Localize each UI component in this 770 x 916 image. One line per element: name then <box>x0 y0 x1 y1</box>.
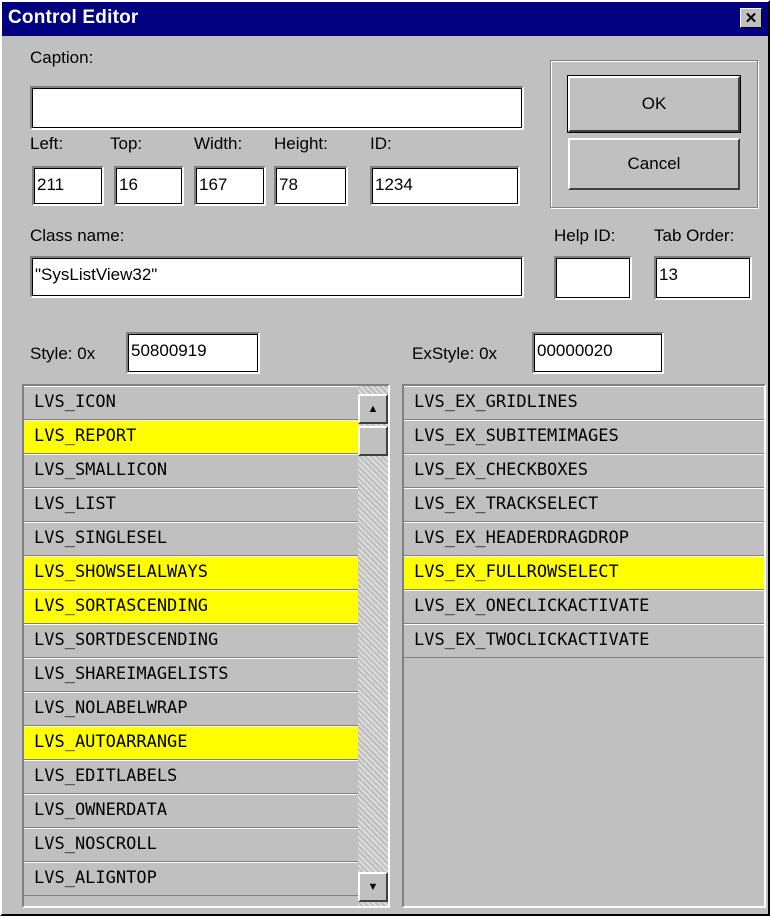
tab-order-label: Tab Order: <box>654 226 735 245</box>
scroll-up-button[interactable]: ▲ <box>358 394 388 424</box>
style-list-item[interactable]: LVS_SHOWSELALWAYS <box>24 556 358 590</box>
style-list-item[interactable]: LVS_AUTOARRANGE <box>24 726 358 760</box>
scroll-thumb[interactable] <box>358 426 388 456</box>
exstyle-list[interactable]: LVS_EX_GRIDLINES LVS_EX_SUBITEMIMAGES LVS_… <box>402 384 766 908</box>
class-name-input[interactable]: "SysListView32" <box>30 256 524 298</box>
exstyle-list-item[interactable]: LVS_EX_TRACKSELECT <box>404 488 764 522</box>
style-input[interactable]: 50800919 <box>126 332 260 374</box>
caption-label: Caption: <box>30 48 94 67</box>
style-list-item[interactable]: LVS_SHAREIMAGELISTS <box>24 658 358 692</box>
control-editor-dialog: Control Editor ✕ Caption: Left: Top: Wid… <box>0 0 770 916</box>
width-input[interactable]: 167 <box>194 166 266 206</box>
exstyle-label: ExStyle: 0x <box>412 344 498 363</box>
style-list-items: LVS_ICON LVS_REPORT LVS_SMALLICON LVS_LIST L… <box>24 386 358 896</box>
ok-button[interactable]: OK <box>567 75 741 133</box>
style-list-item[interactable]: LVS_NOLABELWRAP <box>24 692 358 726</box>
arrow-down-icon: ▼ <box>367 881 379 893</box>
scroll-down-button[interactable]: ▼ <box>358 872 388 902</box>
class-name-label: Class name: <box>30 226 125 245</box>
top-input[interactable]: 16 <box>114 166 184 206</box>
style-label: Style: 0x <box>30 344 96 363</box>
cancel-button[interactable]: Cancel <box>568 138 740 190</box>
title-bar: Control Editor ✕ <box>2 2 768 36</box>
caption-input[interactable] <box>30 86 524 130</box>
id-input[interactable]: 1234 <box>370 166 520 206</box>
style-list-item[interactable]: LVS_NOSCROLL <box>24 828 358 862</box>
style-list-item[interactable]: LVS_OWNERDATA <box>24 794 358 828</box>
help-id-input[interactable] <box>554 256 632 300</box>
exstyle-list-item[interactable]: LVS_EX_SUBITEMIMAGES <box>404 420 764 454</box>
exstyle-list-item[interactable]: LVS_EX_FULLROWSELECT <box>404 556 764 590</box>
height-input[interactable]: 78 <box>274 166 348 206</box>
style-list-item[interactable]: LVS_LIST <box>24 488 358 522</box>
exstyle-list-items: LVS_EX_GRIDLINES LVS_EX_SUBITEMIMAGES LVS_… <box>404 386 764 658</box>
style-list-item[interactable]: LVS_ALIGNTOP <box>24 862 358 896</box>
close-icon: ✕ <box>744 10 758 27</box>
left-input[interactable]: 211 <box>32 166 104 206</box>
style-list-scrollbar[interactable]: ▲ ▼ <box>358 386 388 906</box>
exstyle-list-item[interactable]: LVS_EX_CHECKBOXES <box>404 454 764 488</box>
style-list-item[interactable]: LVS_SINGLESEL <box>24 522 358 556</box>
style-list-item[interactable]: LVS_SMALLICON <box>24 454 358 488</box>
tab-order-input[interactable]: 13 <box>654 256 752 300</box>
id-label: ID: <box>370 134 392 153</box>
height-label: Height: <box>274 134 328 153</box>
left-label: Left: <box>30 134 64 153</box>
window-title: Control Editor <box>8 7 139 28</box>
style-list-item[interactable]: LVS_ICON <box>24 386 358 420</box>
style-list-item[interactable]: LVS_SORTASCENDING <box>24 590 358 624</box>
exstyle-list-item[interactable]: LVS_EX_HEADERDRAGDROP <box>404 522 764 556</box>
exstyle-input[interactable]: 00000020 <box>532 332 664 374</box>
style-list-item[interactable]: LVS_EDITLABELS <box>24 760 358 794</box>
style-list[interactable]: LVS_ICON LVS_REPORT LVS_SMALLICON LVS_LIST L… <box>22 384 390 908</box>
exstyle-list-item[interactable]: LVS_EX_ONECLICKACTIVATE <box>404 590 764 624</box>
arrow-up-icon: ▲ <box>367 403 379 415</box>
top-label: Top: <box>110 134 143 153</box>
close-button[interactable]: ✕ <box>740 8 762 28</box>
style-list-item[interactable]: LVS_REPORT <box>24 420 358 454</box>
exstyle-list-item[interactable]: LVS_EX_TWOCLICKACTIVATE <box>404 624 764 658</box>
style-list-item[interactable]: LVS_SORTDESCENDING <box>24 624 358 658</box>
exstyle-list-item[interactable]: LVS_EX_GRIDLINES <box>404 386 764 420</box>
width-label: Width: <box>194 134 243 153</box>
help-id-label: Help ID: <box>554 226 616 245</box>
